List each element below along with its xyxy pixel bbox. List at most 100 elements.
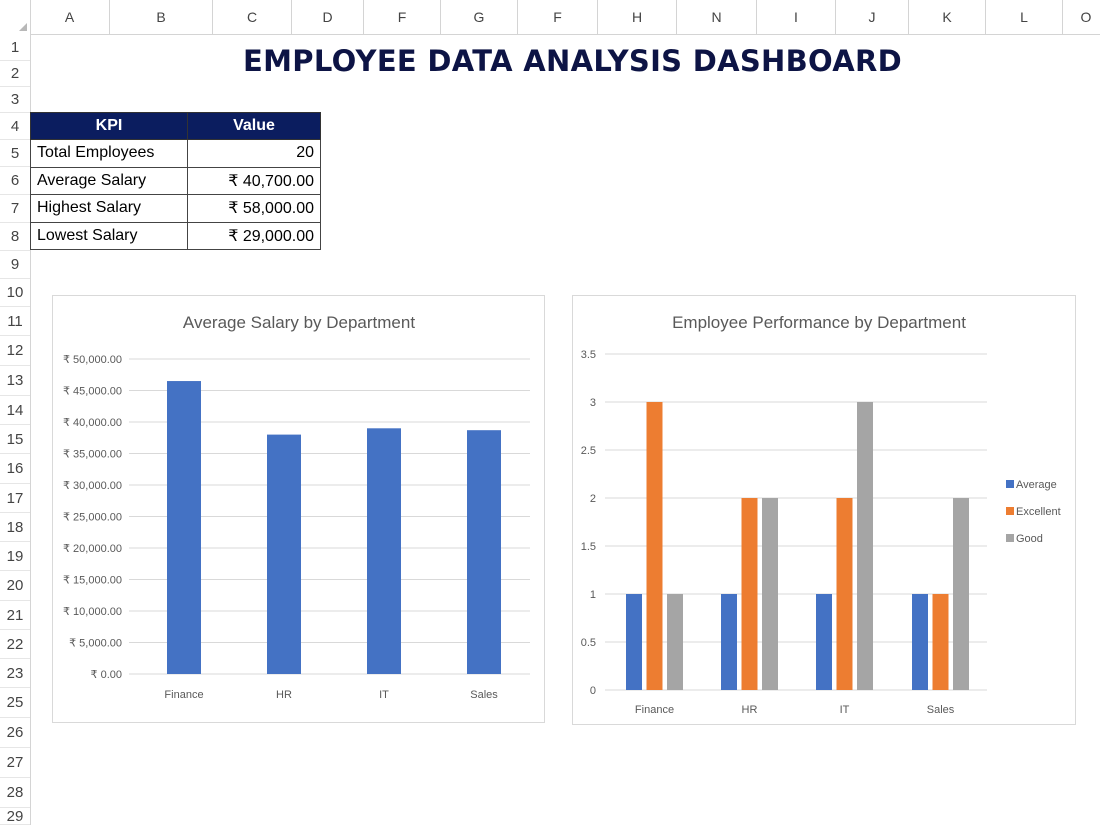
row-header[interactable]: 7 (0, 195, 30, 223)
column-header[interactable]: F (364, 0, 441, 34)
kpi-name-cell[interactable]: Lowest Salary (30, 221, 188, 250)
x-tick-label: Finance (164, 689, 203, 701)
row-header[interactable]: 1 (0, 34, 30, 61)
y-tick-label: ₹ 35,000.00 (63, 449, 122, 461)
row-header[interactable]: 16 (0, 454, 30, 484)
y-tick-label: ₹ 20,000.00 (63, 543, 122, 555)
bar (467, 430, 501, 674)
column-header[interactable]: C (213, 0, 292, 34)
kpi-row: Lowest Salary ₹ 29,000.00 (30, 221, 321, 250)
row-header[interactable]: 6 (0, 167, 30, 195)
select-all-triangle-icon (19, 23, 27, 31)
bar (932, 594, 949, 690)
row-header-bar: 1 2 3 4 5 6 7 8 9 10 11 12 13 14 15 16 17 18 19 20 21 22 23 25 2… (0, 34, 31, 825)
chart-title: Average Salary by Department (183, 313, 415, 332)
kpi-row: Average Salary ₹ 40,700.00 (30, 166, 321, 195)
y-tick-label: ₹ 25,000.00 (63, 512, 122, 524)
bar (912, 594, 928, 690)
column-header[interactable]: H (598, 0, 677, 34)
y-tick-label: ₹ 0.00 (91, 669, 122, 681)
kpi-table-header-row: KPI Value (30, 112, 321, 140)
kpi-name-cell[interactable]: Total Employees (30, 139, 188, 168)
kpi-value-cell[interactable]: ₹ 29,000.00 (187, 221, 321, 250)
row-header[interactable]: 21 (0, 601, 30, 630)
kpi-name-cell[interactable]: Average Salary (30, 166, 188, 195)
y-tick-label: ₹ 45,000.00 (63, 386, 122, 398)
column-header-bar: ABCDFGFHNIJKLO (0, 0, 1100, 35)
dashboard-title: EMPLOYEE DATA ANALYSIS DASHBOARD (243, 44, 902, 78)
y-tick-label: 0.5 (581, 637, 596, 649)
legend-label: Excellent (1016, 506, 1061, 518)
column-header[interactable]: N (677, 0, 757, 34)
row-header[interactable]: 13 (0, 366, 30, 396)
value-header-cell[interactable]: Value (187, 112, 321, 140)
kpi-header-cell[interactable]: KPI (30, 112, 188, 140)
column-header[interactable]: D (292, 0, 364, 34)
bar (857, 402, 873, 690)
bar (741, 498, 758, 690)
column-header[interactable]: J (836, 0, 909, 34)
column-header[interactable]: F (518, 0, 598, 34)
column-header[interactable]: G (441, 0, 518, 34)
row-header[interactable]: 12 (0, 336, 30, 366)
row-header[interactable]: 20 (0, 571, 30, 601)
y-tick-label: ₹ 5,000.00 (69, 638, 122, 650)
row-header[interactable]: 26 (0, 718, 30, 748)
salary-chart-svg: Average Salary by Department ₹ 0.00 ₹ 5,00… (63, 313, 530, 701)
kpi-value-cell[interactable]: ₹ 40,700.00 (187, 166, 321, 195)
column-header[interactable]: O (1063, 0, 1100, 34)
column-header[interactable]: L (986, 0, 1063, 34)
kpi-row: Highest Salary ₹ 58,000.00 (30, 194, 321, 223)
kpi-name-cell[interactable]: Highest Salary (30, 194, 188, 223)
select-all-corner[interactable] (0, 0, 31, 34)
row-header[interactable]: 5 (0, 140, 30, 167)
row-header[interactable]: 3 (0, 87, 30, 113)
x-tick-label: Sales (470, 689, 498, 701)
bar (762, 498, 778, 690)
row-header[interactable]: 18 (0, 513, 30, 542)
bar (953, 498, 969, 690)
y-tick-label: 2 (590, 493, 596, 505)
bar (836, 498, 853, 690)
y-tick-label: ₹ 40,000.00 (63, 417, 122, 429)
legend-swatch (1006, 507, 1014, 515)
row-header[interactable]: 28 (0, 778, 30, 808)
y-tick-label: ₹ 10,000.00 (63, 606, 122, 618)
row-header[interactable]: 11 (0, 307, 30, 336)
y-tick-label: 1.5 (581, 541, 596, 553)
column-header[interactable]: A (30, 0, 110, 34)
y-tick-label: ₹ 30,000.00 (63, 480, 122, 492)
row-header[interactable]: 22 (0, 630, 30, 659)
column-header[interactable]: I (757, 0, 836, 34)
row-header[interactable]: 19 (0, 542, 30, 571)
column-header[interactable]: B (110, 0, 213, 34)
performance-chart-svg: Employee Performance by Department 0 0.5 1 1… (581, 313, 1061, 716)
row-header[interactable]: 14 (0, 396, 30, 425)
bar (267, 434, 301, 674)
row-header[interactable]: 27 (0, 748, 30, 778)
kpi-value-cell[interactable]: ₹ 58,000.00 (187, 194, 321, 223)
x-tick-label: HR (742, 704, 758, 716)
row-header[interactable]: 29 (0, 808, 30, 825)
salary-chart[interactable]: Average Salary by Department ₹ 0.00 ₹ 5,00… (52, 295, 545, 723)
row-header[interactable]: 4 (0, 113, 30, 140)
row-header[interactable]: 8 (0, 223, 30, 251)
kpi-row: Total Employees 20 (30, 139, 321, 168)
row-header[interactable]: 17 (0, 484, 30, 513)
column-header[interactable]: K (909, 0, 986, 34)
row-header[interactable]: 9 (0, 251, 30, 279)
y-tick-label: 1 (590, 589, 596, 601)
row-header[interactable]: 2 (0, 61, 30, 87)
row-header[interactable]: 25 (0, 688, 30, 718)
row-header[interactable]: 10 (0, 279, 30, 307)
row-header[interactable]: 15 (0, 425, 30, 454)
kpi-table: KPI Value Total Employees 20 Average Sal… (30, 112, 321, 250)
bar (167, 381, 201, 674)
row-header[interactable]: 23 (0, 659, 30, 688)
bar (646, 402, 663, 690)
y-tick-label: 3.5 (581, 349, 596, 361)
performance-chart[interactable]: Employee Performance by Department 0 0.5 1 1… (572, 295, 1076, 725)
legend-label: Good (1016, 533, 1043, 545)
kpi-value-cell[interactable]: 20 (187, 139, 321, 168)
x-tick-label: Finance (635, 704, 674, 716)
